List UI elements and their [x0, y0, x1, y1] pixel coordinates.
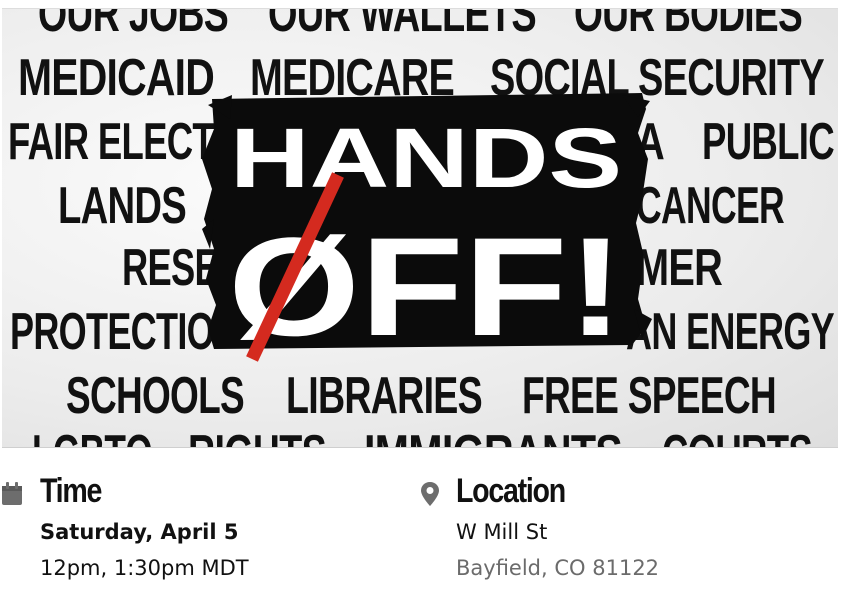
banner-word: MER — [636, 239, 722, 297]
event-date: Saturday, April 5 — [40, 520, 239, 544]
banner-word: AN ENERGY — [626, 303, 834, 361]
banner-word: PUBLIC — [702, 113, 834, 171]
banner-word: OUR WALLETS — [268, 9, 536, 43]
banner-word: OUR JOBS — [38, 9, 228, 43]
banner-word: FREE SPEECH — [522, 367, 776, 425]
event-details: Time Saturday, April 5 12pm, 1:30pm MDT … — [0, 470, 844, 592]
time-heading: Time — [40, 472, 102, 510]
banner-word: PROTECTIO — [10, 303, 214, 361]
banner-word: COURTS — [662, 425, 812, 447]
banner-word: IMMIGRANTS — [364, 425, 622, 447]
banner-word: OUR BODIES — [574, 9, 802, 43]
banner-word: FAIR ELECT — [8, 113, 215, 171]
banner-artwork: OUR JOBS OUR WALLETS OUR BODIES MEDICAID… — [8, 9, 835, 447]
location-heading: Location — [456, 472, 566, 510]
event-banner-image: OUR JOBS OUR WALLETS OUR BODIES MEDICAID… — [2, 8, 838, 448]
headline-hands: HANDS — [230, 111, 622, 205]
event-hours: 12pm, 1:30pm MDT — [40, 556, 249, 580]
banner-word: SCHOOLS — [66, 367, 244, 425]
banner-word: MEDICAID — [18, 49, 214, 107]
banner-word: LGBTQ — [32, 425, 152, 447]
map-pin-icon — [421, 482, 439, 506]
banner-word: LIBRARIES — [286, 367, 482, 425]
calendar-icon — [2, 482, 22, 505]
location-street: W Mill St — [456, 520, 548, 544]
banner-word: LANDS — [58, 177, 186, 235]
banner-word: RIGHTS — [188, 425, 326, 447]
location-city: Bayfield, CO 81122 — [456, 556, 660, 580]
banner-word: CANCER — [636, 177, 784, 235]
banner-word: RESE — [122, 239, 218, 297]
